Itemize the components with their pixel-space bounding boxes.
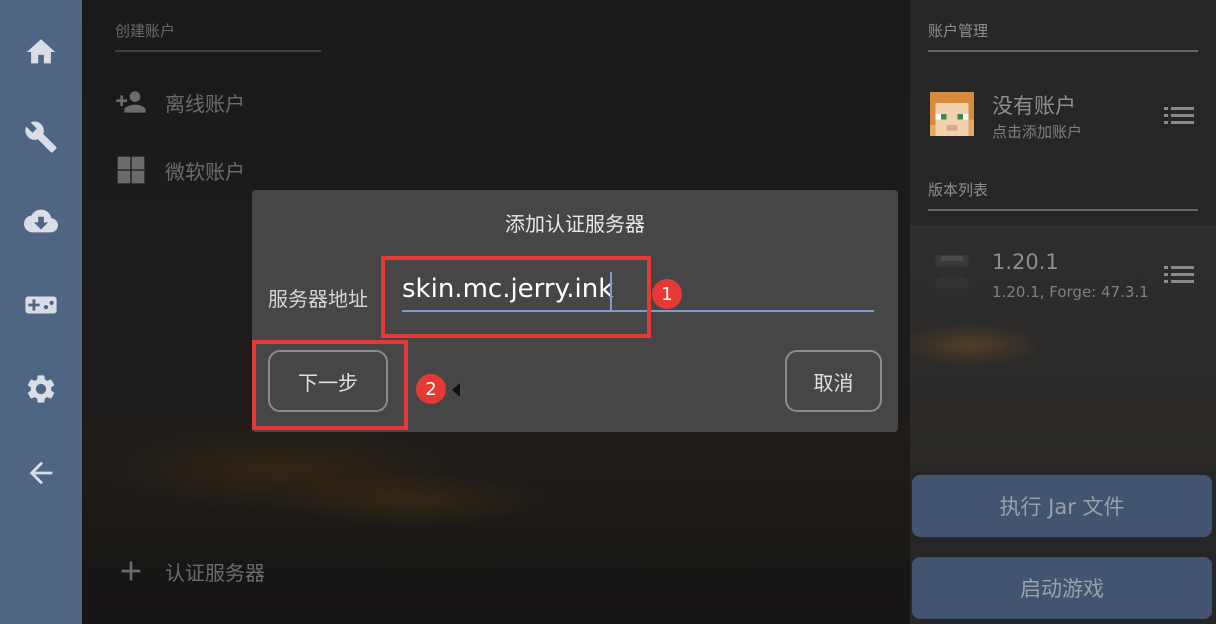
- cancel-button[interactable]: 取消: [785, 350, 882, 412]
- left-nav: [0, 0, 82, 624]
- nav-tools[interactable]: [0, 102, 82, 172]
- gear-icon: [27, 375, 55, 403]
- launch-game-button[interactable]: 启动游戏: [912, 557, 1212, 619]
- nav-download[interactable]: [0, 186, 82, 256]
- anvil-block-icon: [935, 255, 969, 289]
- dialog-title: 添加认证服务器: [505, 212, 645, 236]
- avatar[interactable]: [930, 92, 974, 136]
- step-badge-2: 2: [416, 374, 446, 404]
- account-name[interactable]: 没有账户: [992, 90, 1076, 120]
- version-subtitle: 1.20.1, Forge: 47.3.1: [992, 283, 1149, 301]
- account-management-title: 账户管理: [928, 22, 989, 40]
- pointer-arrow-icon: [452, 383, 460, 397]
- list-icon: [1164, 266, 1194, 283]
- back-arrow-icon: [29, 461, 53, 485]
- nav-controls[interactable]: [0, 270, 82, 340]
- version-menu-button[interactable]: [1164, 264, 1194, 286]
- account-subtitle: 点击添加账户: [992, 123, 1083, 141]
- right-panel: 账户管理 没有账户 点击添加账户 版本列表 1.20.1 1.20.1, For: [910, 0, 1216, 624]
- run-jar-button[interactable]: 执行 Jar 文件: [912, 475, 1212, 537]
- list-icon: [1164, 107, 1194, 124]
- nav-home[interactable]: [0, 17, 82, 87]
- wrench-icon: [25, 121, 57, 153]
- step-badge-1: 1: [652, 279, 682, 309]
- alex-avatar-icon: [930, 92, 974, 136]
- version-icon[interactable]: [930, 250, 974, 294]
- highlight-box-next: [252, 340, 408, 430]
- divider: [928, 209, 1198, 211]
- account-menu-button[interactable]: [1164, 105, 1194, 127]
- home-icon: [26, 39, 56, 64]
- highlight-box-input: [381, 256, 651, 338]
- nav-settings[interactable]: [0, 354, 82, 424]
- cloud-download-icon: [24, 209, 58, 233]
- gamepad-icon: [25, 296, 57, 314]
- version-name[interactable]: 1.20.1: [992, 250, 1059, 274]
- version-list-title: 版本列表: [928, 181, 989, 199]
- divider: [928, 50, 1198, 52]
- server-address-label: 服务器地址: [268, 287, 368, 311]
- nav-back[interactable]: [0, 438, 82, 508]
